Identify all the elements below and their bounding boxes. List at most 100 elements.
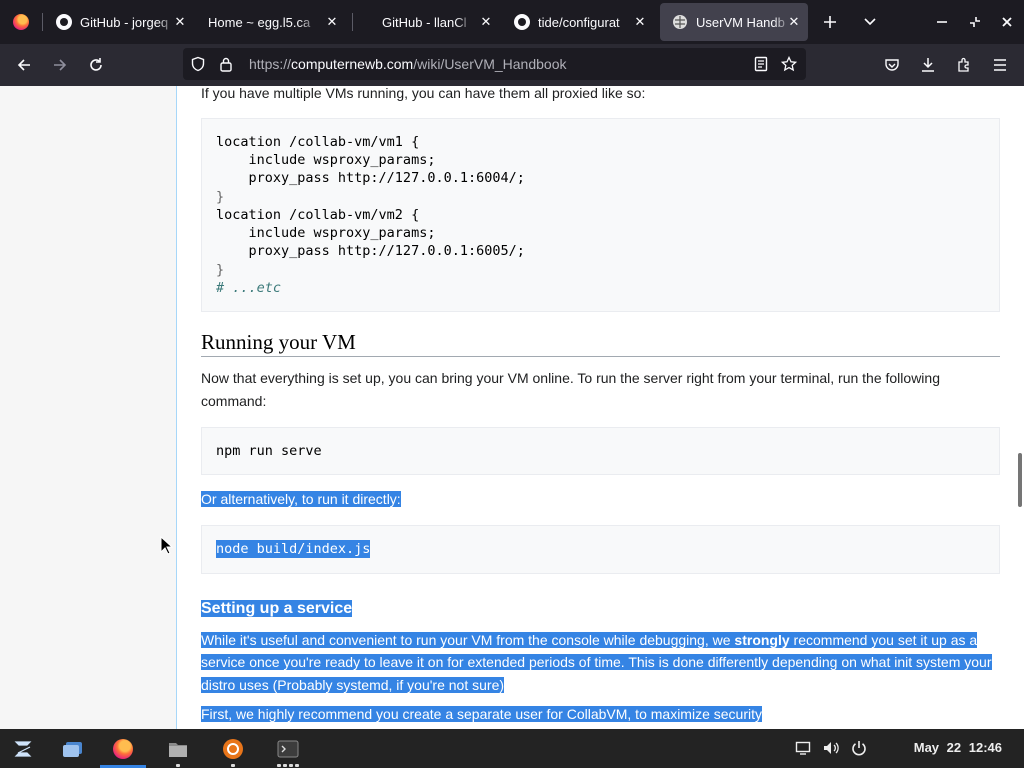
code-line: location /collab-vm/vm2 { [216,207,420,223]
strong-text: strongly [734,632,790,648]
tab-uservm-handbook[interactable]: UserVM Handb ✕ [660,3,808,41]
code-line: npm run serve [216,443,322,459]
code-line: location /collab-vm/vm1 { [216,134,420,150]
running-indicator [289,764,293,767]
url-text[interactable]: https://computernewb.com/wiki/UserVM_Han… [249,56,567,72]
tab-label: GitHub - jorgeq [80,14,169,30]
back-button[interactable] [9,51,39,79]
workspaces-icon [63,741,82,757]
service-text: While it's useful and convenient to run … [201,632,735,648]
taskbar: May 22 12:46 [0,729,1024,768]
lock-icon[interactable] [217,55,235,73]
tracking-protection-shield-icon[interactable] [189,55,207,73]
firefox-icon [13,14,29,30]
tab-home-egg[interactable]: Home ~ egg.l5.ca ✕ [196,3,346,41]
reader-view-icon[interactable] [752,55,770,73]
workspace-switcher-button[interactable] [50,729,96,768]
pocket-icon[interactable] [877,51,907,79]
close-window-button[interactable] [987,0,1024,44]
selected-text: First, we highly recommend you create a … [201,706,762,722]
paragraph-alternative: Or alternatively, to run it directly: [201,488,1001,511]
code-line: include wsproxy_params; [216,152,436,168]
code-block-proxy: location /collab-vm/vm1 { include wsprox… [201,118,1000,312]
page-scrollbar[interactable] [1018,453,1022,507]
zorin-logo-icon [14,740,32,757]
paragraph-service-line-3: distro uses (Probably systemd, if you're… [201,674,1001,697]
selected-text: distro uses (Probably systemd, if you're… [201,677,505,693]
app-menu-icon[interactable] [985,51,1015,79]
url-scheme: https:// [249,56,292,72]
url-path: /wiki/UserVM_Handbook [413,56,567,72]
running-indicator [176,764,180,767]
list-all-tabs-button[interactable] [850,0,890,44]
extensions-icon[interactable] [949,51,979,79]
code-line: proxy_pass http://127.0.0.1:6005/; [216,243,525,259]
tab-github-ilan[interactable]: GitHub - llanCl ✕ [370,3,500,41]
web-page: If you have multiple VMs running, you ca… [0,86,1024,729]
paragraph-running-line-1: Now that everything is set up, you can b… [201,370,940,386]
tab-separator [352,13,353,31]
code-comment: # ...etc [216,280,282,296]
bookmark-star-icon[interactable] [780,55,798,73]
clock[interactable]: May 22 12:46 [914,740,1002,755]
service-text: recommend you set it up as a [789,632,978,648]
heading-running-your-vm: Running your VM [201,331,1000,357]
close-tab-icon[interactable]: ✕ [324,14,340,30]
firefox-view-button[interactable] [0,0,42,44]
code-block-node: node build/index.js [201,525,1000,574]
tab-label: Home ~ egg.l5.ca [208,14,311,30]
screen-icon[interactable] [794,739,812,757]
reload-button[interactable] [81,51,111,79]
code-block-serve: npm run serve [201,427,1000,475]
tab-label: tide/configurat [538,14,620,30]
github-icon [514,14,530,30]
paragraph-service-line-2: service once you're ready to leave it on… [201,651,1001,674]
tab-bar: GitHub - jorgeq ✕ Home ~ egg.l5.ca ✕ Git… [0,0,1024,44]
paragraph-separate-user: First, we highly recommend you create a … [201,703,1001,726]
taskbar-terminal[interactable] [265,729,311,768]
close-tab-icon[interactable]: ✕ [786,14,802,30]
close-tab-icon[interactable]: ✕ [172,14,188,30]
software-updater-icon [223,738,243,759]
code-line: } [216,262,225,278]
taskbar-files[interactable] [155,729,201,768]
url-bar[interactable]: https://computernewb.com/wiki/UserVM_Han… [183,48,806,80]
selected-text: Or alternatively, to run it directly: [201,491,401,507]
heading-setting-up-service: Setting up a service [201,597,353,620]
power-icon[interactable] [850,739,868,757]
taskbar-software-updater[interactable] [210,729,256,768]
volume-icon[interactable] [822,739,840,757]
selected-text: Setting up a service [201,600,353,617]
wiki-icon [672,14,688,30]
terminal-icon [277,740,299,757]
new-tab-button[interactable] [810,0,850,44]
tab-separator [42,13,43,31]
forward-button[interactable] [45,51,75,79]
paragraph-running-line-2: command: [201,393,267,409]
code-line: proxy_pass http://127.0.0.1:6004/; [216,170,525,186]
tab-label: GitHub - llanCl [382,14,467,30]
close-tab-icon[interactable]: ✕ [478,14,494,30]
github-icon [56,14,72,30]
close-tab-icon[interactable]: ✕ [632,14,648,30]
running-indicator [295,764,299,767]
app-menu-button[interactable] [0,729,46,768]
paragraph-proxy-intro: If you have multiple VMs running, you ca… [201,86,646,101]
code-line: node build/index.js [216,540,371,559]
tab-tide-configuration[interactable]: tide/configurat ✕ [502,3,654,41]
navigation-toolbar: https://computernewb.com/wiki/UserVM_Han… [0,44,1024,86]
taskbar-firefox[interactable] [100,729,146,768]
selected-text: service once you're ready to leave it on… [201,654,992,670]
running-indicator [283,764,287,767]
firefox-icon [113,738,133,759]
code-line: } [216,189,225,205]
clock-date: May 22 [913,740,962,755]
code-line: include wsproxy_params; [216,225,436,241]
mouse-cursor-icon [160,536,174,555]
files-icon [169,742,187,757]
running-indicator [231,764,235,767]
tab-github-jorge[interactable]: GitHub - jorgeq ✕ [44,3,194,41]
url-host: computernewb.com [291,56,414,72]
running-indicator [277,764,281,767]
downloads-icon[interactable] [913,51,943,79]
